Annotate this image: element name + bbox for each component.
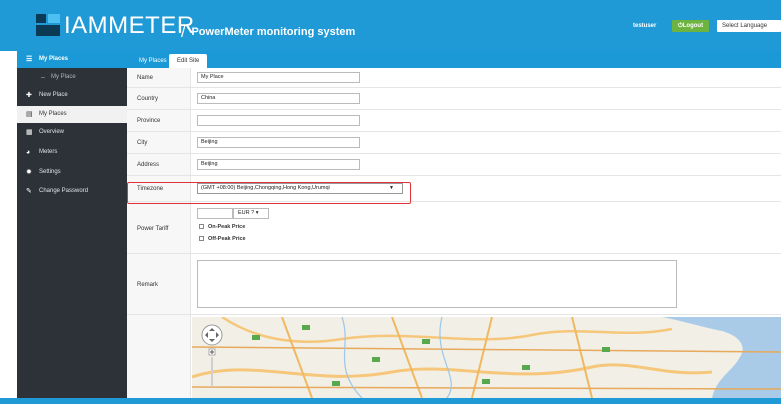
province-label: Province	[137, 118, 161, 124]
sidebar-item-meters[interactable]: ◕ Meters	[17, 144, 127, 161]
city-label: City	[137, 140, 148, 146]
app-subtitle: / PowerMeter monitoring system	[181, 22, 356, 41]
bottom-bar	[0, 398, 781, 404]
sidebar-item-label: Meters	[39, 149, 58, 155]
sidebar-item-my-places-header[interactable]: ☰ My Places	[17, 51, 127, 68]
sidebar-item-label: Overview	[39, 129, 65, 135]
location-map[interactable]	[192, 317, 781, 398]
country-label: Country	[137, 96, 159, 102]
dropdown-arrow-icon: ▾	[255, 210, 259, 216]
checkbox-icon	[199, 224, 204, 229]
dash-icon: –	[41, 74, 45, 81]
username[interactable]: testuser	[633, 23, 656, 29]
city-input[interactable]: Beijing	[197, 137, 360, 148]
table-icon: ▦	[26, 129, 33, 136]
form-row-power-tariff: Power Tariff EUR ? ▾ On-Peak Price Off-P…	[127, 202, 781, 254]
logo-icon	[36, 14, 60, 36]
list-icon: ▤	[26, 111, 33, 118]
sidebar-item-my-place[interactable]: – My Place	[17, 69, 127, 86]
form-row-country: Country China	[127, 88, 781, 110]
main-content: My Places Edit Site Name My Place Countr…	[127, 51, 781, 398]
logout-label: Logout	[682, 23, 704, 29]
address-label: Address	[137, 162, 160, 168]
map-canvas	[192, 317, 781, 398]
remark-label: Remark	[137, 282, 159, 288]
dashboard-icon: ◕	[26, 149, 31, 156]
sidebar-item-my-places[interactable]: ▤ My Places	[17, 106, 127, 123]
brand-name: IAMMETER	[64, 12, 195, 39]
sidebar-item-label: Change Password	[39, 188, 89, 194]
sidebar-item-overview[interactable]: ▦ Overview	[17, 124, 127, 141]
tab-edit-site[interactable]: Edit Site	[169, 54, 208, 68]
timezone-highlight	[127, 182, 411, 204]
gear-icon: ✹	[26, 169, 32, 176]
sidebar-item-label: My Place	[51, 74, 76, 80]
name-input[interactable]: My Place	[197, 72, 360, 83]
currency-select[interactable]: EUR ? ▾	[233, 208, 269, 219]
checkbox-icon	[199, 236, 204, 241]
sidebar-item-label: My Places	[39, 56, 69, 62]
form-row-city: City Beijing	[127, 132, 781, 154]
grid-icon: ☰	[26, 56, 33, 63]
sidebar-item-label: Settings	[39, 169, 61, 175]
form-row-name: Name My Place	[127, 68, 781, 88]
subtitle-separator: /	[181, 24, 186, 41]
form-row-address: Address Beijing	[127, 154, 781, 176]
offpeak-label: Off-Peak Price	[208, 236, 246, 242]
sidebar: ☰ My Places – My Place ✚ New Place ▤ My Plac…	[17, 51, 127, 398]
currency-value: EUR ?	[238, 210, 255, 216]
tab-bar: My Places Edit Site	[127, 51, 781, 68]
onpeak-label: On-Peak Price	[208, 224, 246, 230]
sidebar-item-settings[interactable]: ✹ Settings	[17, 164, 127, 181]
onpeak-checkbox[interactable]: On-Peak Price	[199, 224, 245, 230]
sidebar-item-change-password[interactable]: ✎ Change Password	[17, 183, 127, 200]
sidebar-item-label: New Place	[39, 92, 68, 98]
tariff-input[interactable]	[197, 208, 233, 219]
name-label: Name	[137, 75, 154, 81]
language-select[interactable]: Select Language	[717, 20, 781, 32]
form-row-province: Province	[127, 110, 781, 132]
top-header: IAMMETER / PowerMeter monitoring system t…	[0, 0, 781, 51]
logout-button[interactable]: ⏻Logout	[672, 20, 710, 32]
province-input[interactable]	[197, 115, 360, 126]
offpeak-checkbox[interactable]: Off-Peak Price	[199, 236, 246, 242]
plus-icon: ✚	[26, 92, 32, 99]
subtitle-text: PowerMeter monitoring system	[191, 26, 356, 38]
sidebar-item-label: My Places	[39, 111, 67, 117]
address-input[interactable]: Beijing	[197, 159, 360, 170]
power-tariff-label: Power Tariff	[137, 226, 169, 232]
sidebar-item-new-place[interactable]: ✚ New Place	[17, 87, 127, 104]
remark-textarea[interactable]	[197, 260, 677, 308]
country-input[interactable]: China	[197, 93, 360, 104]
edit-icon: ✎	[26, 188, 32, 195]
